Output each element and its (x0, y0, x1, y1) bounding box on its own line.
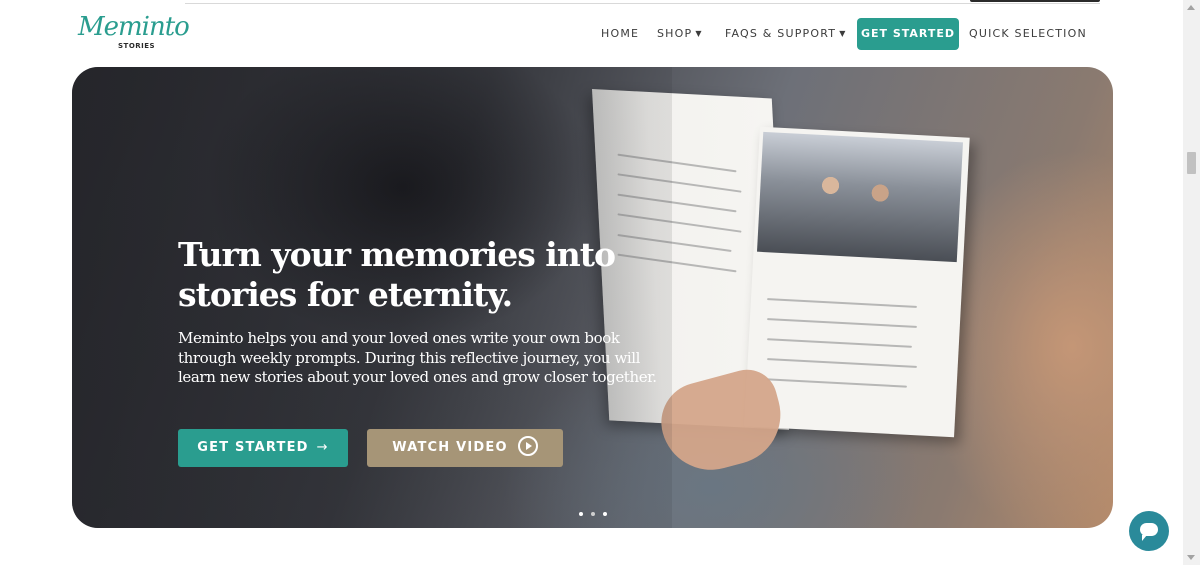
arrow-right-icon: → (316, 440, 329, 455)
button-label: GET STARTED (197, 440, 309, 455)
nav-item-quick-selection[interactable]: QUICK SELECTION (969, 18, 1087, 50)
hero-title: Turn your memories into stories for eter… (178, 235, 616, 314)
watch-video-button[interactable]: WATCH VIDEO (367, 429, 563, 467)
button-label: WATCH VIDEO (392, 440, 508, 455)
carousel-dot[interactable] (579, 512, 583, 516)
book-photo (756, 131, 964, 263)
scroll-up-icon[interactable] (1187, 5, 1195, 10)
hero-description: Meminto helps you and your loved ones wr… (178, 329, 657, 386)
top-strip (185, 0, 1100, 4)
nav-item-label: SHOP (657, 27, 693, 40)
carousel-dot[interactable] (603, 512, 607, 516)
carousel-dot[interactable] (591, 512, 595, 516)
nav-item-label: HOME (601, 27, 640, 40)
nav-item-label: FAQS & SUPPORT (725, 27, 837, 40)
nav-get-started-button[interactable]: GET STARTED (857, 18, 959, 50)
page-scrollbar[interactable] (1183, 0, 1200, 565)
nav-item-shop[interactable]: SHOP ▼ (657, 18, 703, 50)
chevron-down-icon: ▼ (695, 29, 703, 38)
chat-widget-button[interactable] (1129, 511, 1169, 551)
chevron-down-icon: ▼ (839, 29, 847, 38)
scroll-thumb[interactable] (1187, 152, 1196, 174)
hero-banner: Turn your memories into stories for eter… (72, 67, 1113, 528)
nav-item-home[interactable]: HOME (601, 18, 639, 50)
chat-bubble-icon (1140, 523, 1158, 541)
scroll-down-icon[interactable] (1187, 555, 1195, 560)
hero-get-started-button[interactable]: GET STARTED → (178, 429, 348, 467)
nav-item-label: QUICK SELECTION (969, 27, 1087, 40)
main-navigation: HOME SHOP ▼ FAQS & SUPPORT ▼ GET STARTED Q… (0, 18, 1200, 50)
carousel-pagination (577, 512, 617, 518)
nav-item-faqs-support[interactable]: FAQS & SUPPORT ▼ (725, 18, 847, 50)
top-strip-accent (970, 0, 1100, 2)
play-circle-icon (517, 435, 538, 456)
